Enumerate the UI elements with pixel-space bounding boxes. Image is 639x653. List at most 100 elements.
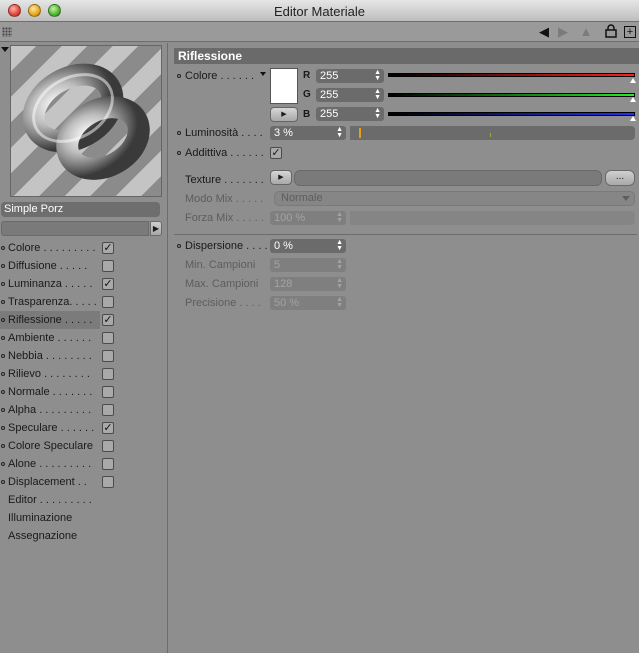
r-slider-handle-icon[interactable] [630,78,636,83]
color-swatch[interactable] [270,68,298,104]
channel-item[interactable]: Trasparenza. . . . . [0,293,168,311]
channel-checkbox[interactable] [102,440,114,452]
mix-strength-slider[interactable] [350,211,635,225]
stepper-icon[interactable]: ▲ ▼ [374,69,381,82]
channel-checkbox[interactable] [102,386,114,398]
channel-item[interactable]: Nebbia . . . . . . . . [0,347,168,365]
divider [174,234,637,235]
texture-field[interactable] [294,170,602,186]
channel-item[interactable]: Luminanza . . . . . ✓ [0,275,168,293]
luminosity-bullet-icon[interactable] [177,131,181,135]
stepper-icon[interactable]: ▲ ▼ [336,277,343,290]
channel-item[interactable]: Colore . . . . . . . . . ✓ [0,239,168,257]
channel-checkbox[interactable]: ✓ [102,314,114,326]
channel-checkbox[interactable] [102,296,114,308]
dispersion-field[interactable]: 0 % ▲ ▼ [270,239,346,253]
plus-box-icon[interactable]: + [622,24,638,40]
precision-field[interactable]: 50 % ▲ ▼ [270,296,346,310]
b-slider-handle-icon[interactable] [630,116,636,121]
channel-label: Trasparenza. . . . . [8,296,97,308]
triangle-right-icon[interactable]: ▶ [555,24,571,40]
channel-item[interactable]: Normale . . . . . . . [0,383,168,401]
channel-item[interactable]: Editor . . . . . . . . . [0,491,168,509]
material-scroll-track[interactable] [1,221,149,236]
mix-mode-label: Modo Mix . . . . . [185,193,264,205]
channel-checkbox[interactable]: ✓ [102,422,114,434]
channel-item[interactable]: Rilievo . . . . . . . . [0,365,168,383]
channel-bullet-icon [1,282,5,286]
channel-checkbox[interactable] [102,476,114,488]
triangle-left-icon[interactable]: ◀ [536,24,552,40]
channel-item[interactable]: Speculare . . . . . . ✓ [0,419,168,437]
stepper-icon[interactable]: ▲ ▼ [336,211,343,224]
color-bullet-icon[interactable] [177,74,181,78]
lock-icon[interactable] [603,24,619,40]
channel-item[interactable]: Riflessione . . . . . ✓ [0,311,114,329]
channel-bullet-icon [1,444,5,448]
channel-item[interactable]: Diffusione . . . . . [0,257,168,275]
stepper-icon[interactable]: ▲ ▼ [374,107,381,120]
dispersion-label: Dispersione . . . . [185,240,268,252]
luminosity-field[interactable]: 3 % ▲ ▼ [270,126,346,140]
luminosity-slider[interactable] [350,126,635,140]
preview-menu-arrow-icon[interactable] [1,47,9,52]
color-expand-button[interactable]: ▶ [270,107,298,122]
channel-label: Nebbia . . . . . . . . [8,350,92,362]
up-arrow-icon[interactable]: ▲ [578,24,594,40]
channel-bullet-icon [1,372,5,376]
texture-browse-button[interactable]: ... [605,170,635,186]
channel-item[interactable]: Illuminazione [0,509,168,527]
stepper-icon[interactable]: ▲ ▼ [336,126,343,139]
channel-item[interactable]: Displacement . . [0,473,168,491]
texture-menu-button[interactable]: ▶ [270,170,292,185]
channel-item[interactable]: Ambiente . . . . . . [0,329,168,347]
channel-label: Colore . . . . . . . . . [8,242,96,254]
channel-checkbox[interactable] [102,260,114,272]
b-value-field[interactable]: 255 ▲ ▼ [316,107,384,121]
g-value-field[interactable]: 255 ▲ ▼ [316,88,384,102]
additive-checkbox[interactable]: ✓ [270,147,282,159]
b-label: B [303,109,311,120]
channel-checkbox[interactable]: ✓ [102,242,114,254]
luminosity-value: 3 % [274,127,293,139]
material-name-field[interactable]: Simple Porz [1,202,160,217]
g-slider-handle-icon[interactable] [630,97,636,102]
mix-strength-field[interactable]: 100 % ▲ ▼ [270,211,346,225]
min-samples-value: 5 [274,259,281,271]
min-samples-field[interactable]: 5 ▲ ▼ [270,258,346,272]
material-preview[interactable] [10,45,162,197]
color-dropdown-arrow-icon[interactable] [260,72,266,76]
stepper-icon[interactable]: ▲ ▼ [336,296,343,309]
material-scroll-arrow-icon[interactable]: ▶ [150,221,162,236]
max-samples-field[interactable]: 128 ▲ ▼ [270,277,346,291]
r-slider[interactable] [388,73,635,77]
channel-item[interactable]: Alone . . . . . . . . . [0,455,168,473]
left-panel: Simple Porz ▶ Colore . . . . . . . . . ✓ D… [0,43,168,653]
channel-checkbox[interactable] [102,350,114,362]
dispersion-bullet-icon[interactable] [177,244,181,248]
channel-item[interactable]: Alpha . . . . . . . . . [0,401,168,419]
stepper-icon[interactable]: ▲ ▼ [336,239,343,252]
max-samples-value: 128 [274,278,293,290]
max-samples-label: Max. Campioni [185,278,259,290]
r-value-field[interactable]: 255 ▲ ▼ [316,69,384,83]
g-slider[interactable] [388,93,635,97]
channel-bullet-icon [1,318,5,322]
channel-item[interactable]: Assegnazione [0,527,168,545]
grip-icon[interactable] [2,27,12,37]
channel-checkbox[interactable] [102,458,114,470]
additive-bullet-icon[interactable] [177,151,181,155]
mix-mode-select[interactable]: Normale [274,191,635,206]
channel-item[interactable]: Colore Speculare [0,437,168,455]
torus-knot-preview-icon [22,63,150,180]
b-slider[interactable] [388,112,635,116]
channel-checkbox[interactable] [102,332,114,344]
channel-checkbox[interactable]: ✓ [102,278,114,290]
channel-label: Luminanza . . . . . [8,278,93,290]
stepper-icon[interactable]: ▲ ▼ [374,88,381,101]
luminosity-slider-handle[interactable] [359,128,361,138]
channel-checkbox[interactable] [102,404,114,416]
stepper-icon[interactable]: ▲ ▼ [336,258,343,271]
b-value: 255 [320,108,339,120]
channel-checkbox[interactable] [102,368,114,380]
